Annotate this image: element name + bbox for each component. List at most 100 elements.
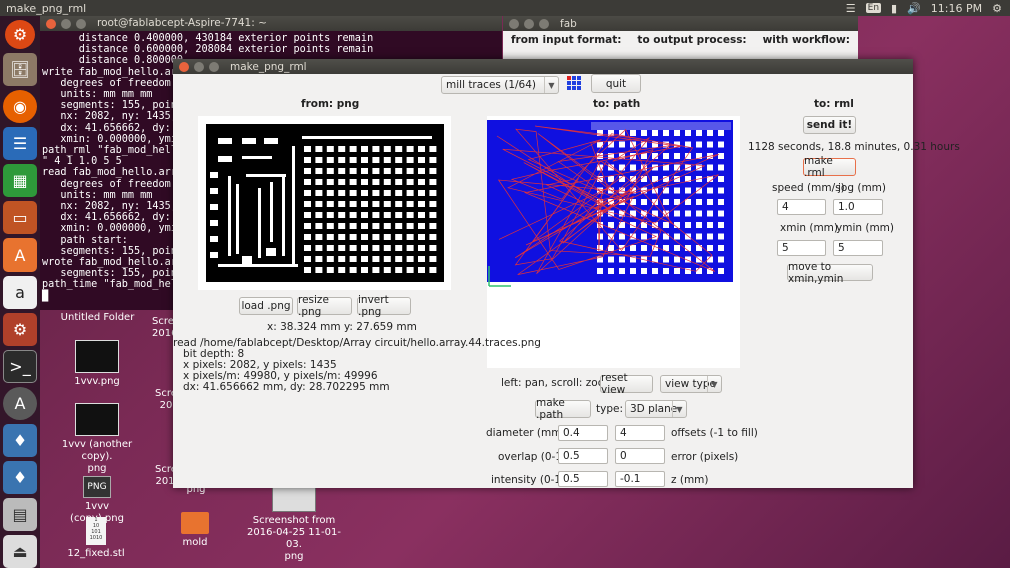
maximize-icon[interactable]	[209, 61, 219, 72]
close-icon[interactable]	[179, 61, 189, 72]
grid-icon[interactable]	[566, 75, 582, 91]
maximize-icon[interactable]	[76, 18, 86, 29]
pad	[641, 233, 647, 240]
minimize-icon[interactable]	[524, 18, 534, 29]
desktop-file-stl[interactable]: 1 10 101 1010 12_fixed.stl	[64, 517, 128, 560]
diameter-label: diameter (mm)	[486, 427, 566, 439]
png-preview-canvas[interactable]	[198, 116, 451, 290]
settings-icon[interactable]: ⚙	[3, 312, 37, 346]
python2-icon[interactable]: ♦	[3, 460, 37, 494]
fab-titlebar[interactable]: fab	[503, 16, 858, 31]
jog-input[interactable]: 1.0	[833, 199, 883, 215]
view-type-select[interactable]: view type ▼	[660, 375, 722, 393]
amazon-icon[interactable]: a	[3, 275, 37, 309]
pad	[372, 179, 380, 185]
close-icon[interactable]	[509, 18, 519, 29]
desktop-folder-mold[interactable]: mold	[170, 512, 220, 549]
diameter-input[interactable]: 0.4	[558, 425, 608, 441]
pad	[361, 256, 368, 262]
desktop-file-vvv-another[interactable]: 1vvv (another copy). png	[50, 403, 144, 475]
close-icon[interactable]	[46, 18, 56, 29]
invert-png-button[interactable]: invert .png	[357, 294, 411, 318]
pad	[663, 176, 669, 182]
pad	[641, 199, 647, 205]
make-path-button[interactable]: make .path	[535, 397, 591, 421]
desktop-untitled-folder[interactable]: Untitled Folder	[60, 312, 135, 324]
pad	[338, 190, 346, 196]
pad	[674, 130, 680, 136]
path-type-value: 3D plane	[630, 403, 678, 415]
writer-icon[interactable]: ☰	[3, 127, 37, 161]
fab-window[interactable]: fab from input format: to output process…	[503, 16, 858, 60]
clock[interactable]: 11:16 PM	[931, 2, 982, 15]
terminal-titlebar[interactable]: root@fablabcept-Aspire-7741: ~	[40, 16, 502, 31]
pad	[608, 245, 614, 251]
path-type-select[interactable]: 3D plane ▼	[625, 400, 687, 418]
overlap-input[interactable]: 0.5	[558, 448, 608, 464]
minimize-icon[interactable]	[194, 61, 204, 72]
pad	[338, 245, 346, 251]
pad	[418, 245, 425, 251]
desktop-partial-icon[interactable]: Scre 201	[155, 464, 175, 488]
battery-icon[interactable]: ▮	[891, 2, 897, 15]
pad	[663, 233, 669, 240]
process-select[interactable]: mill traces (1/64) ▼	[441, 76, 559, 94]
pad	[315, 245, 323, 251]
pad	[395, 179, 403, 185]
calc-icon[interactable]: ▦	[3, 164, 37, 198]
path-preview-canvas[interactable]	[487, 116, 740, 368]
keyboard-layout-indicator[interactable]: En	[865, 3, 882, 13]
pad	[418, 146, 425, 152]
desktop-file-vvv-png[interactable]: 1vvv.png	[62, 340, 132, 388]
pad	[395, 157, 403, 163]
pad	[674, 153, 680, 159]
chevron-down-icon: ▼	[672, 401, 686, 417]
pad	[608, 268, 614, 274]
xmin-input[interactable]: 5	[777, 240, 826, 256]
pad	[338, 201, 346, 207]
pad	[718, 268, 724, 274]
send-it-button[interactable]: send it!	[803, 116, 856, 134]
minimize-icon[interactable]	[61, 18, 71, 29]
ymin-input[interactable]: 5	[833, 240, 883, 256]
pad	[663, 199, 669, 205]
desktop-file-screenshot[interactable]: Screenshot from 2016-04-25 11-01-03. png	[246, 486, 342, 563]
terminal-icon[interactable]: >_	[3, 349, 37, 383]
firefox-icon[interactable]: ◉	[3, 90, 37, 124]
volume-icon[interactable]: 🔊	[907, 2, 921, 15]
pad	[372, 234, 380, 240]
z-input[interactable]: -0.1	[615, 471, 665, 487]
pad	[315, 157, 323, 163]
drive-icon[interactable]: ▤	[3, 497, 37, 532]
make-rml-button[interactable]: make .rml	[803, 155, 856, 179]
wifi-icon[interactable]: ☰	[846, 2, 856, 15]
speed-input[interactable]: 4	[777, 199, 826, 215]
usb-icon[interactable]: ⏏	[3, 535, 37, 568]
load-png-button[interactable]: load .png	[239, 297, 293, 315]
reset-view-button[interactable]: reset view	[600, 372, 653, 396]
from-png-heading: from: png	[301, 98, 360, 110]
quit-button[interactable]: quit	[591, 74, 641, 93]
window-titlebar[interactable]: make_png_rml	[173, 59, 913, 74]
move-xmin-ymin-button[interactable]: move to xmin,ymin	[787, 261, 873, 285]
python-icon[interactable]: ♦	[3, 423, 37, 457]
error-input[interactable]: 0	[615, 448, 665, 464]
intensity-input[interactable]: 0.5	[558, 471, 608, 487]
updater-icon[interactable]: A	[3, 386, 37, 420]
maximize-icon[interactable]	[539, 18, 549, 29]
pad	[361, 146, 368, 152]
power-icon[interactable]: ⚙	[992, 2, 1002, 15]
pad	[696, 233, 702, 240]
pad	[418, 256, 425, 262]
pad	[349, 212, 357, 218]
pad	[418, 267, 425, 273]
resize-png-button[interactable]: resize .png	[297, 294, 352, 318]
pad	[406, 146, 414, 152]
files-icon[interactable]: 🗄	[3, 53, 37, 87]
pad	[361, 267, 368, 273]
impress-icon[interactable]: ▭	[3, 201, 37, 235]
ubuntu-icon[interactable]: ⚙	[5, 20, 35, 50]
offsets-input[interactable]: 4	[615, 425, 665, 441]
make-png-rml-window[interactable]: make_png_rml mill traces (1/64) ▼ quit f…	[173, 59, 960, 488]
software-center-icon[interactable]: A	[3, 238, 37, 272]
